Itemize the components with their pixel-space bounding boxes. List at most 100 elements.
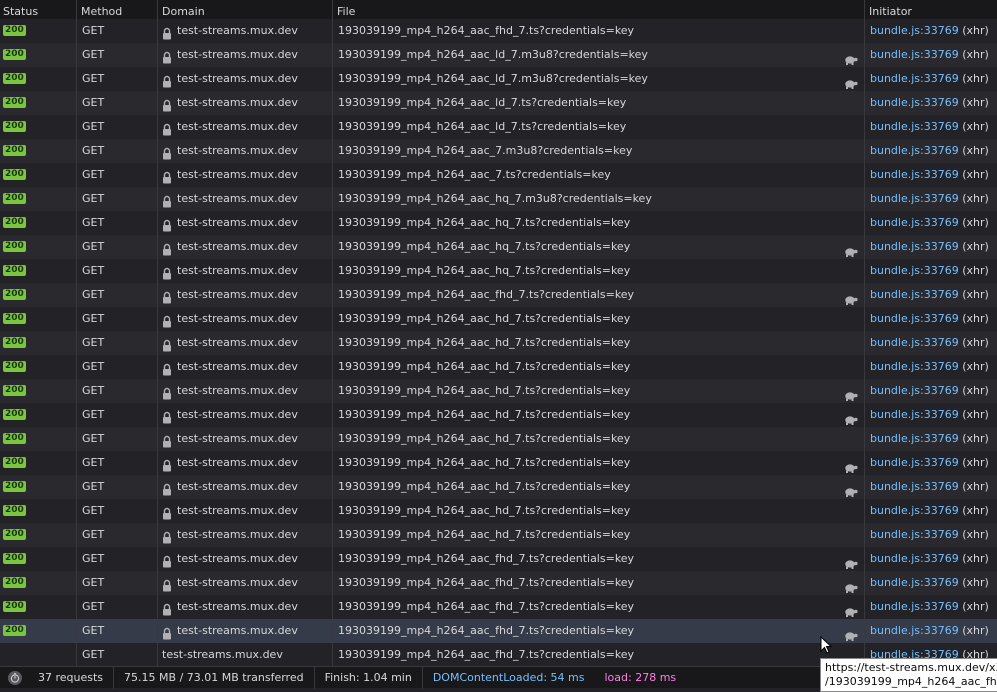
domain-cell: test-streams.mux.dev <box>158 91 333 115</box>
initiator-link[interactable]: bundle.js:33769 <box>870 408 959 421</box>
request-row[interactable]: 200 GET test-streams.mux.dev 193039199_mp4_… <box>0 283 997 307</box>
initiator-type: (xhr) <box>962 456 989 469</box>
request-row[interactable]: 200 GET test-streams.mux.dev 193039199_mp4_… <box>0 475 997 499</box>
initiator-link[interactable]: bundle.js:33769 <box>870 120 959 133</box>
domain-cell: test-streams.mux.dev <box>158 331 333 355</box>
initiator-link[interactable]: bundle.js:33769 <box>870 192 959 205</box>
initiator-link[interactable]: bundle.js:33769 <box>870 432 959 445</box>
initiator-cell: bundle.js:33769 (xhr) <box>865 427 997 451</box>
request-row[interactable]: 200 GET test-streams.mux.dev 193039199_mp4_… <box>0 451 997 475</box>
method-cell: GET <box>77 163 158 187</box>
initiator-link[interactable]: bundle.js:33769 <box>870 144 959 157</box>
initiator-link[interactable]: bundle.js:33769 <box>870 72 959 85</box>
request-row[interactable]: 200 GET test-streams.mux.dev 193039199_mp4_… <box>0 139 997 163</box>
file-text: 193039199_mp4_h264_aac_hd_7.ts?credentia… <box>338 312 631 325</box>
status-cell: 200 <box>0 91 77 115</box>
domain-text: test-streams.mux.dev <box>177 312 298 325</box>
file-cell: 193039199_mp4_h264_aac_fhd_7.ts?credenti… <box>333 283 865 307</box>
initiator-link[interactable]: bundle.js:33769 <box>870 288 959 301</box>
request-row[interactable]: 200 GET test-streams.mux.dev 193039199_mp4_… <box>0 163 997 187</box>
request-row[interactable]: 200 GET test-streams.mux.dev 193039199_mp4_… <box>0 427 997 451</box>
request-row[interactable]: 200 GET test-streams.mux.dev 193039199_mp4_… <box>0 187 997 211</box>
method-cell: GET <box>77 427 158 451</box>
domain-text: test-streams.mux.dev <box>177 432 298 445</box>
method-cell: GET <box>77 211 158 235</box>
method-cell: GET <box>77 67 158 91</box>
file-text: 193039199_mp4_h264_aac_hd_7.ts?credentia… <box>338 360 631 373</box>
status-badge: 200 <box>3 432 26 444</box>
status-cell: 200 <box>0 451 77 475</box>
domain-text: test-streams.mux.dev <box>177 384 298 397</box>
request-row[interactable]: 200 GET test-streams.mux.dev 193039199_mp4_… <box>0 67 997 91</box>
status-badge: 200 <box>3 264 26 276</box>
request-row[interactable]: 200 GET test-streams.mux.dev 193039199_mp4_… <box>0 571 997 595</box>
initiator-link[interactable]: bundle.js:33769 <box>870 312 959 325</box>
initiator-link[interactable]: bundle.js:33769 <box>870 384 959 397</box>
request-row[interactable]: 200 GET test-streams.mux.dev 193039199_mp4_… <box>0 379 997 403</box>
request-row[interactable]: 200 GET test-streams.mux.dev 193039199_mp4_… <box>0 211 997 235</box>
request-row[interactable]: 200 GET test-streams.mux.dev 193039199_mp4_… <box>0 547 997 571</box>
initiator-link[interactable]: bundle.js:33769 <box>870 24 959 37</box>
initiator-link[interactable]: bundle.js:33769 <box>870 528 959 541</box>
status-badge: 200 <box>3 600 26 612</box>
initiator-type: (xhr) <box>962 336 989 349</box>
request-row[interactable]: 200 GET test-streams.mux.dev 193039199_mp4_… <box>0 235 997 259</box>
file-text: 193039199_mp4_h264_aac_ld_7.m3u8?credent… <box>338 72 648 85</box>
request-row[interactable]: 200 GET test-streams.mux.dev 193039199_mp4_… <box>0 115 997 139</box>
initiator-link[interactable]: bundle.js:33769 <box>870 552 959 565</box>
status-cell: 200 <box>0 259 77 283</box>
status-badge: 200 <box>3 384 26 396</box>
method-cell: GET <box>77 91 158 115</box>
initiator-link[interactable]: bundle.js:33769 <box>870 168 959 181</box>
request-row[interactable]: 200 GET test-streams.mux.dev 193039199_mp4_… <box>0 619 997 643</box>
method-cell: GET <box>77 331 158 355</box>
initiator-link[interactable]: bundle.js:33769 <box>870 264 959 277</box>
status-badge: 200 <box>3 120 26 132</box>
request-row[interactable]: 200 GET test-streams.mux.dev 193039199_mp4_… <box>0 259 997 283</box>
file-text: 193039199_mp4_h264_aac_hd_7.ts?credentia… <box>338 384 631 397</box>
initiator-link[interactable]: bundle.js:33769 <box>870 360 959 373</box>
domain-text: test-streams.mux.dev <box>177 216 298 229</box>
file-text: 193039199_mp4_h264_aac_fhd_7.ts?credenti… <box>338 24 635 37</box>
file-text: 193039199_mp4_h264_aac_hd_7.ts?credentia… <box>338 528 631 541</box>
domain-text: test-streams.mux.dev <box>177 600 298 613</box>
request-row[interactable]: 200 GET test-streams.mux.dev 193039199_mp4_… <box>0 523 997 547</box>
initiator-link[interactable]: bundle.js:33769 <box>870 456 959 469</box>
request-row[interactable]: 200 GET test-streams.mux.dev 193039199_mp4_… <box>0 355 997 379</box>
method-cell: GET <box>77 43 158 67</box>
initiator-cell: bundle.js:33769 (xhr) <box>865 523 997 547</box>
initiator-link[interactable]: bundle.js:33769 <box>870 240 959 253</box>
file-text: 193039199_mp4_h264_aac_hq_7.ts?credentia… <box>338 264 631 277</box>
request-row[interactable]: 200 GET test-streams.mux.dev 193039199_mp4_… <box>0 595 997 619</box>
initiator-link[interactable]: bundle.js:33769 <box>870 480 959 493</box>
initiator-link[interactable]: bundle.js:33769 <box>870 600 959 613</box>
initiator-link[interactable]: bundle.js:33769 <box>870 216 959 229</box>
file-text: 193039199_mp4_h264_aac_fhd_7.ts?credenti… <box>338 552 635 565</box>
initiator-link[interactable]: bundle.js:33769 <box>870 336 959 349</box>
lock-icon <box>162 97 172 111</box>
initiator-link[interactable]: bundle.js:33769 <box>870 504 959 517</box>
request-row[interactable]: 200 GET test-streams.mux.dev 193039199_mp4_… <box>0 91 997 115</box>
initiator-link[interactable]: bundle.js:33769 <box>870 48 959 61</box>
initiator-cell: bundle.js:33769 (xhr) <box>865 259 997 283</box>
status-cell: 200 <box>0 67 77 91</box>
request-row[interactable]: 200 GET test-streams.mux.dev 193039199_mp4_… <box>0 43 997 67</box>
status-cell: 200 <box>0 307 77 331</box>
request-row[interactable]: 200 GET test-streams.mux.dev 193039199_mp4_… <box>0 331 997 355</box>
lock-icon <box>162 49 172 63</box>
file-cell: 193039199_mp4_h264_aac_fhd_7.ts?credenti… <box>333 571 865 595</box>
initiator-link[interactable]: bundle.js:33769 <box>870 96 959 109</box>
initiator-cell: bundle.js:33769 (xhr) <box>865 67 997 91</box>
lock-icon <box>162 121 172 135</box>
request-row[interactable]: 200 GET test-streams.mux.dev 193039199_mp4_… <box>0 19 997 43</box>
status-badge: 200 <box>3 528 26 540</box>
initiator-link[interactable]: bundle.js:33769 <box>870 624 959 637</box>
request-row[interactable]: 200 GET test-streams.mux.dev 193039199_mp4_… <box>0 403 997 427</box>
method-cell: GET <box>77 259 158 283</box>
stopwatch-icon[interactable] <box>8 670 22 685</box>
initiator-link[interactable]: bundle.js:33769 <box>870 576 959 589</box>
request-row[interactable]: 200 GET test-streams.mux.dev 193039199_mp4_… <box>0 499 997 523</box>
file-cell: 193039199_mp4_h264_aac_hq_7.ts?credentia… <box>333 235 865 259</box>
finish-time: Finish: 1.04 min <box>315 666 423 689</box>
request-row[interactable]: 200 GET test-streams.mux.dev 193039199_mp4_… <box>0 307 997 331</box>
